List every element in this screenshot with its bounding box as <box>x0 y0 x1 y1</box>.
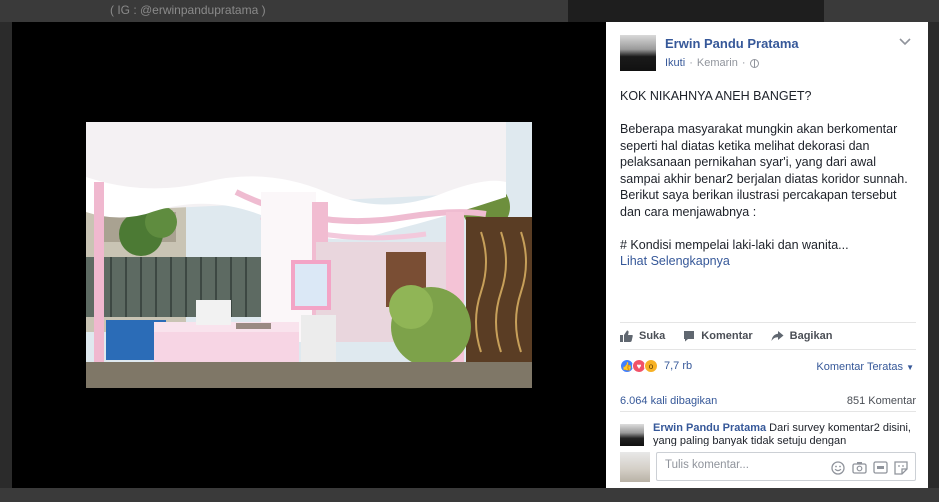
composer-tools <box>830 460 909 475</box>
post-time[interactable]: Kemarin <box>697 57 738 69</box>
reactions-summary[interactable]: 👍 ♥ o 7,7 rb <box>620 359 692 373</box>
follow-link[interactable]: Ikuti <box>665 57 685 69</box>
background-bottom-strip <box>0 488 939 502</box>
post-actions-bar: Suka Komentar Bagikan <box>620 322 916 350</box>
comment-count[interactable]: 851 Komentar <box>847 395 916 407</box>
post-paragraph-teaser: # Kondisi mempelai laki-laki dan wanita.… <box>620 237 849 252</box>
camera-icon[interactable] <box>851 460 867 475</box>
comment-icon <box>684 331 695 342</box>
comment-button[interactable]: Komentar <box>683 330 753 342</box>
wedding-tent-photo <box>86 122 532 388</box>
like-label: Suka <box>639 330 666 342</box>
share-label: Bagikan <box>789 330 833 342</box>
comment-input[interactable] <box>665 459 825 471</box>
sticker-icon[interactable] <box>893 460 909 475</box>
author-avatar[interactable] <box>620 35 656 71</box>
wow-icon: o <box>644 359 658 373</box>
share-button[interactable]: Bagikan <box>771 330 833 342</box>
top-comment: Erwin Pandu Pratama Dari survey komentar… <box>620 422 916 446</box>
post-body: KOK NIKAHNYA ANEH BANGET? Beberapa masya… <box>620 88 916 270</box>
comment-composer <box>620 449 916 483</box>
background-thumbnail <box>568 0 824 22</box>
current-user-avatar <box>620 452 650 482</box>
share-count[interactable]: 6.064 kali dibagikan <box>620 395 717 407</box>
meta-separator-2: · <box>741 57 746 69</box>
share-arrow-icon <box>771 331 784 341</box>
comment-label: Komentar <box>701 330 753 342</box>
post-meta: Ikuti · Kemarin · <box>665 57 759 69</box>
emoji-icon[interactable] <box>830 460 846 475</box>
post-stats: 6.064 kali dibagikan 851 Komentar <box>620 388 916 412</box>
comment-text-block: Erwin Pandu Pratama Dari survey komentar… <box>653 422 915 446</box>
like-button[interactable]: Suka <box>620 330 665 342</box>
post-paragraph-body: Beberapa masyarakat mungkin akan berkome… <box>620 122 908 219</box>
reaction-count: 7,7 rb <box>664 360 693 372</box>
gif-icon[interactable] <box>872 460 888 475</box>
post-photo[interactable] <box>86 122 532 388</box>
thumbs-up-icon <box>620 330 633 342</box>
post-author-name[interactable]: Erwin Pandu Pratama <box>665 36 799 51</box>
comment-sort-label: Komentar Teratas <box>816 361 904 373</box>
commenter-name[interactable]: Erwin Pandu Pratama <box>653 422 766 434</box>
meta-separator: · <box>689 57 693 69</box>
post-side-panel: Erwin Pandu Pratama Ikuti · Kemarin · KO… <box>606 22 928 488</box>
photo-viewer-stage[interactable] <box>12 22 606 488</box>
comment-input-box[interactable] <box>656 452 916 481</box>
post-paragraph-title: KOK NIKAHNYA ANEH BANGET? <box>620 89 812 103</box>
see-more-link[interactable]: Lihat Selengkapnya <box>620 254 730 268</box>
sort-caret-icon: ▼ <box>906 363 914 372</box>
globe-icon <box>749 58 759 68</box>
comment-sort-dropdown[interactable]: Komentar Teratas ▼ <box>816 361 914 373</box>
chevron-down-icon[interactable] <box>898 36 912 46</box>
background-caption: ( IG : @erwinpandupratama ) <box>110 3 266 17</box>
commenter-avatar[interactable] <box>620 424 644 446</box>
